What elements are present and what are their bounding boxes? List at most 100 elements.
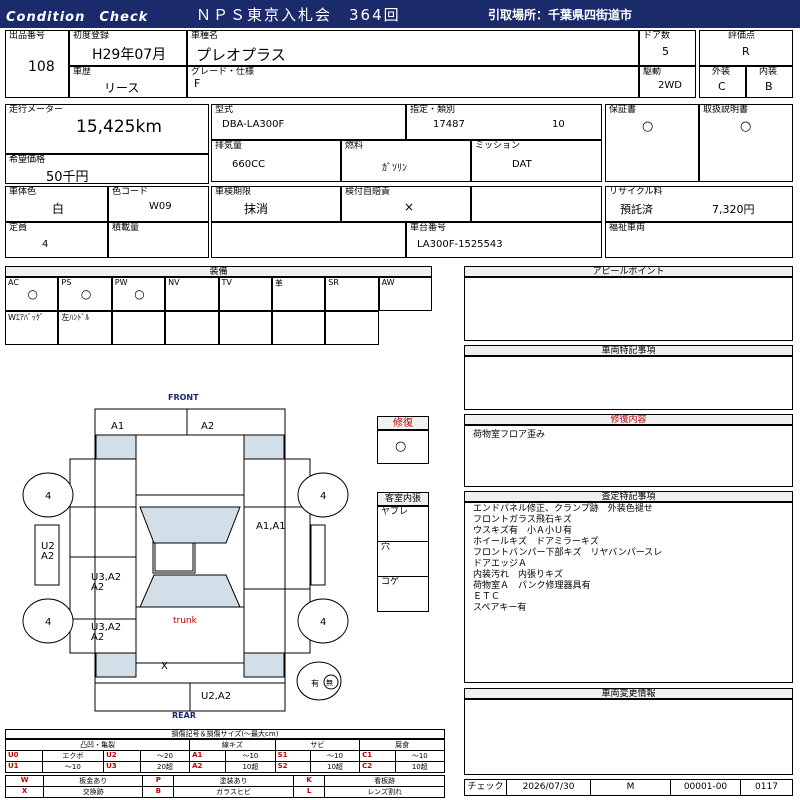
check-mark: M: [591, 780, 671, 795]
front-right-window: [243, 434, 285, 460]
model-code: DBA-LA300F: [222, 119, 285, 130]
tire-rl-value: 4: [45, 617, 51, 628]
front-label: FRONT: [168, 393, 199, 402]
repair-content-body: 荷物室フロア歪み: [464, 425, 793, 487]
inspection-note: ウスキズ有 小Ａ小Ｕ有: [473, 526, 573, 536]
equipment-value: ○: [27, 287, 38, 301]
recycle-amount: 7,320円: [712, 203, 755, 216]
equipment-item-tv: TV: [218, 277, 272, 311]
grade-cell: グレード・仕様 F: [187, 66, 639, 98]
chassis-cell: 車台番号 LA300F-1525543: [406, 222, 602, 258]
interior-row: 穴: [378, 542, 428, 577]
legend-cell: K: [292, 775, 326, 787]
equipment-extra-cell: [111, 311, 166, 345]
interior-body: ヤブレ 穴 コゲ: [377, 506, 429, 612]
tire-rr-value: 4: [320, 617, 326, 628]
doors: 5: [662, 45, 669, 58]
legend-group: 腐食: [359, 739, 445, 751]
trunk-label: trunk: [173, 616, 198, 626]
interior-row: コゲ: [381, 577, 400, 587]
doors-cell: ドア数 5: [639, 30, 696, 66]
equipment-item-ps: PS ○: [58, 277, 112, 311]
legend-cell: C1: [359, 750, 396, 762]
changes-header: 車両変更情報: [464, 688, 793, 699]
lot-number: 108: [28, 59, 55, 75]
equipment-key: PS: [61, 278, 72, 287]
ext-cell: 外装 C: [699, 66, 746, 98]
legend-cell: A2: [189, 761, 227, 773]
equipment-extra-cell: [271, 311, 326, 345]
legend-cell: ～10: [225, 750, 276, 762]
panel-front-left: [94, 408, 188, 436]
equipment-key: 革: [274, 279, 283, 288]
load-cell: 積載量: [108, 222, 209, 258]
body-color: 白: [52, 202, 65, 216]
equipment-extra-cell: [165, 311, 219, 345]
legend-group: サビ: [274, 739, 361, 751]
legend-cell: ～20: [139, 750, 191, 762]
mission-cell: ミッション DAT: [471, 140, 602, 182]
equipment-extra-cell: Wｴｱﾊﾞｯｸﾞ: [5, 311, 59, 345]
damage-legend-table: 凸凹・亀裂 線キズ サビ 腐食 U0 エクボ U2 ～20 A1 ～10 S1 ～10 C1 ～10 U1 ～…: [4, 739, 446, 773]
legend-cell: レンズ割れ: [324, 786, 445, 798]
int-cell: 内装 B: [746, 66, 793, 98]
fuel-cell: 燃料 ｶﾞｿﾘﾝ: [341, 140, 471, 182]
tire-fl-value: 4: [45, 491, 51, 502]
equipment-extra-cell: 左ﾊﾝﾄﾞﾙ: [58, 311, 112, 345]
spare-label: 有: [311, 678, 319, 688]
int-grade: B: [765, 80, 773, 93]
panel-right-front-door: [243, 506, 311, 590]
damage-u2-a2: A2: [41, 551, 54, 562]
pickup-location: 引取場所：千葉県四街道市: [488, 8, 633, 22]
inspection-notes: エンドパネル修正、クランプ跡 外装色褪せ フロントガラス飛石キズ ウスキズ有 小Ａ小…: [464, 502, 793, 683]
legend-cell: ガラスヒビ: [173, 786, 294, 798]
equipment-extra-cell: [218, 311, 272, 345]
panel-rear-bumper-left: [94, 682, 191, 712]
equipment-key: PW: [114, 278, 128, 287]
warranty: ○: [642, 119, 654, 134]
displacement: 660CC: [232, 159, 266, 170]
appeal-body: [464, 277, 793, 341]
repair-content-header: 修復内容: [464, 414, 793, 425]
damage-a2-front: A2: [201, 421, 214, 432]
inspection-note: エンドパネル修正、クランプ跡 外装色褪せ: [473, 504, 653, 514]
legend-cell: L: [292, 786, 326, 798]
category-1: 17487: [433, 119, 465, 130]
legend-group: 凸凹・亀裂: [4, 739, 191, 751]
legend-cell: 看板跡: [324, 775, 445, 787]
changes-body: [464, 699, 793, 775]
manual: ○: [740, 119, 752, 134]
inspection-note: ＥＴＣ: [473, 592, 501, 602]
drive-cell: 駆動 2WD: [639, 66, 696, 98]
sheet-title: Condition Check: [6, 10, 149, 25]
warranty-cell: 保証書 ○: [605, 104, 699, 182]
panel-sunroof-inner: [154, 540, 194, 572]
history-cell: 車歴 リース: [69, 66, 187, 98]
legend-cell: ～10: [309, 750, 361, 762]
legend-cell: S2: [274, 761, 311, 773]
insurance: ×: [404, 200, 415, 214]
legend-cell: 交換跡: [43, 786, 144, 798]
model-name-cell: 車種名 プレオプラス: [187, 30, 639, 66]
equipment-extra-cell: [325, 311, 379, 345]
category-2: 10: [552, 119, 565, 130]
legend-cell: A1: [189, 750, 227, 762]
front-left-window: [95, 434, 137, 460]
equipment-key: SR: [328, 278, 339, 287]
damage-a1-front: A1: [111, 421, 124, 432]
appeal-header: アピールポイント: [464, 266, 793, 277]
inspection-note: ホイールキズ ドアミラーキズ: [473, 537, 599, 547]
damage-legend-extra: W 板金あり P 塗装あり K 看板跡 X 交換跡 B ガラスヒビ L レンズ割れ: [4, 775, 445, 798]
right-mirror: [310, 524, 326, 586]
interior-row: ヤブレ: [378, 507, 428, 542]
insurance-cell: 検付自賠責 ×: [341, 186, 471, 222]
panel-hood: [135, 434, 245, 496]
recycle-cell: リサイクル料 預託済 7,320円: [605, 186, 793, 222]
capacity-cell: 定員 4: [5, 222, 108, 258]
legend-cell: U0: [5, 750, 43, 762]
damage-u3a2-1b: A2: [91, 582, 104, 593]
inspection-note: フロントガラス飛石キズ: [473, 515, 572, 525]
repair-mark: ○: [395, 439, 407, 454]
panel-left-fender: [69, 458, 137, 508]
car-damage-diagram: FRONT REAR trunk 4 4 4 4 A1 A2 A1,A1 U2 …: [22, 393, 349, 720]
